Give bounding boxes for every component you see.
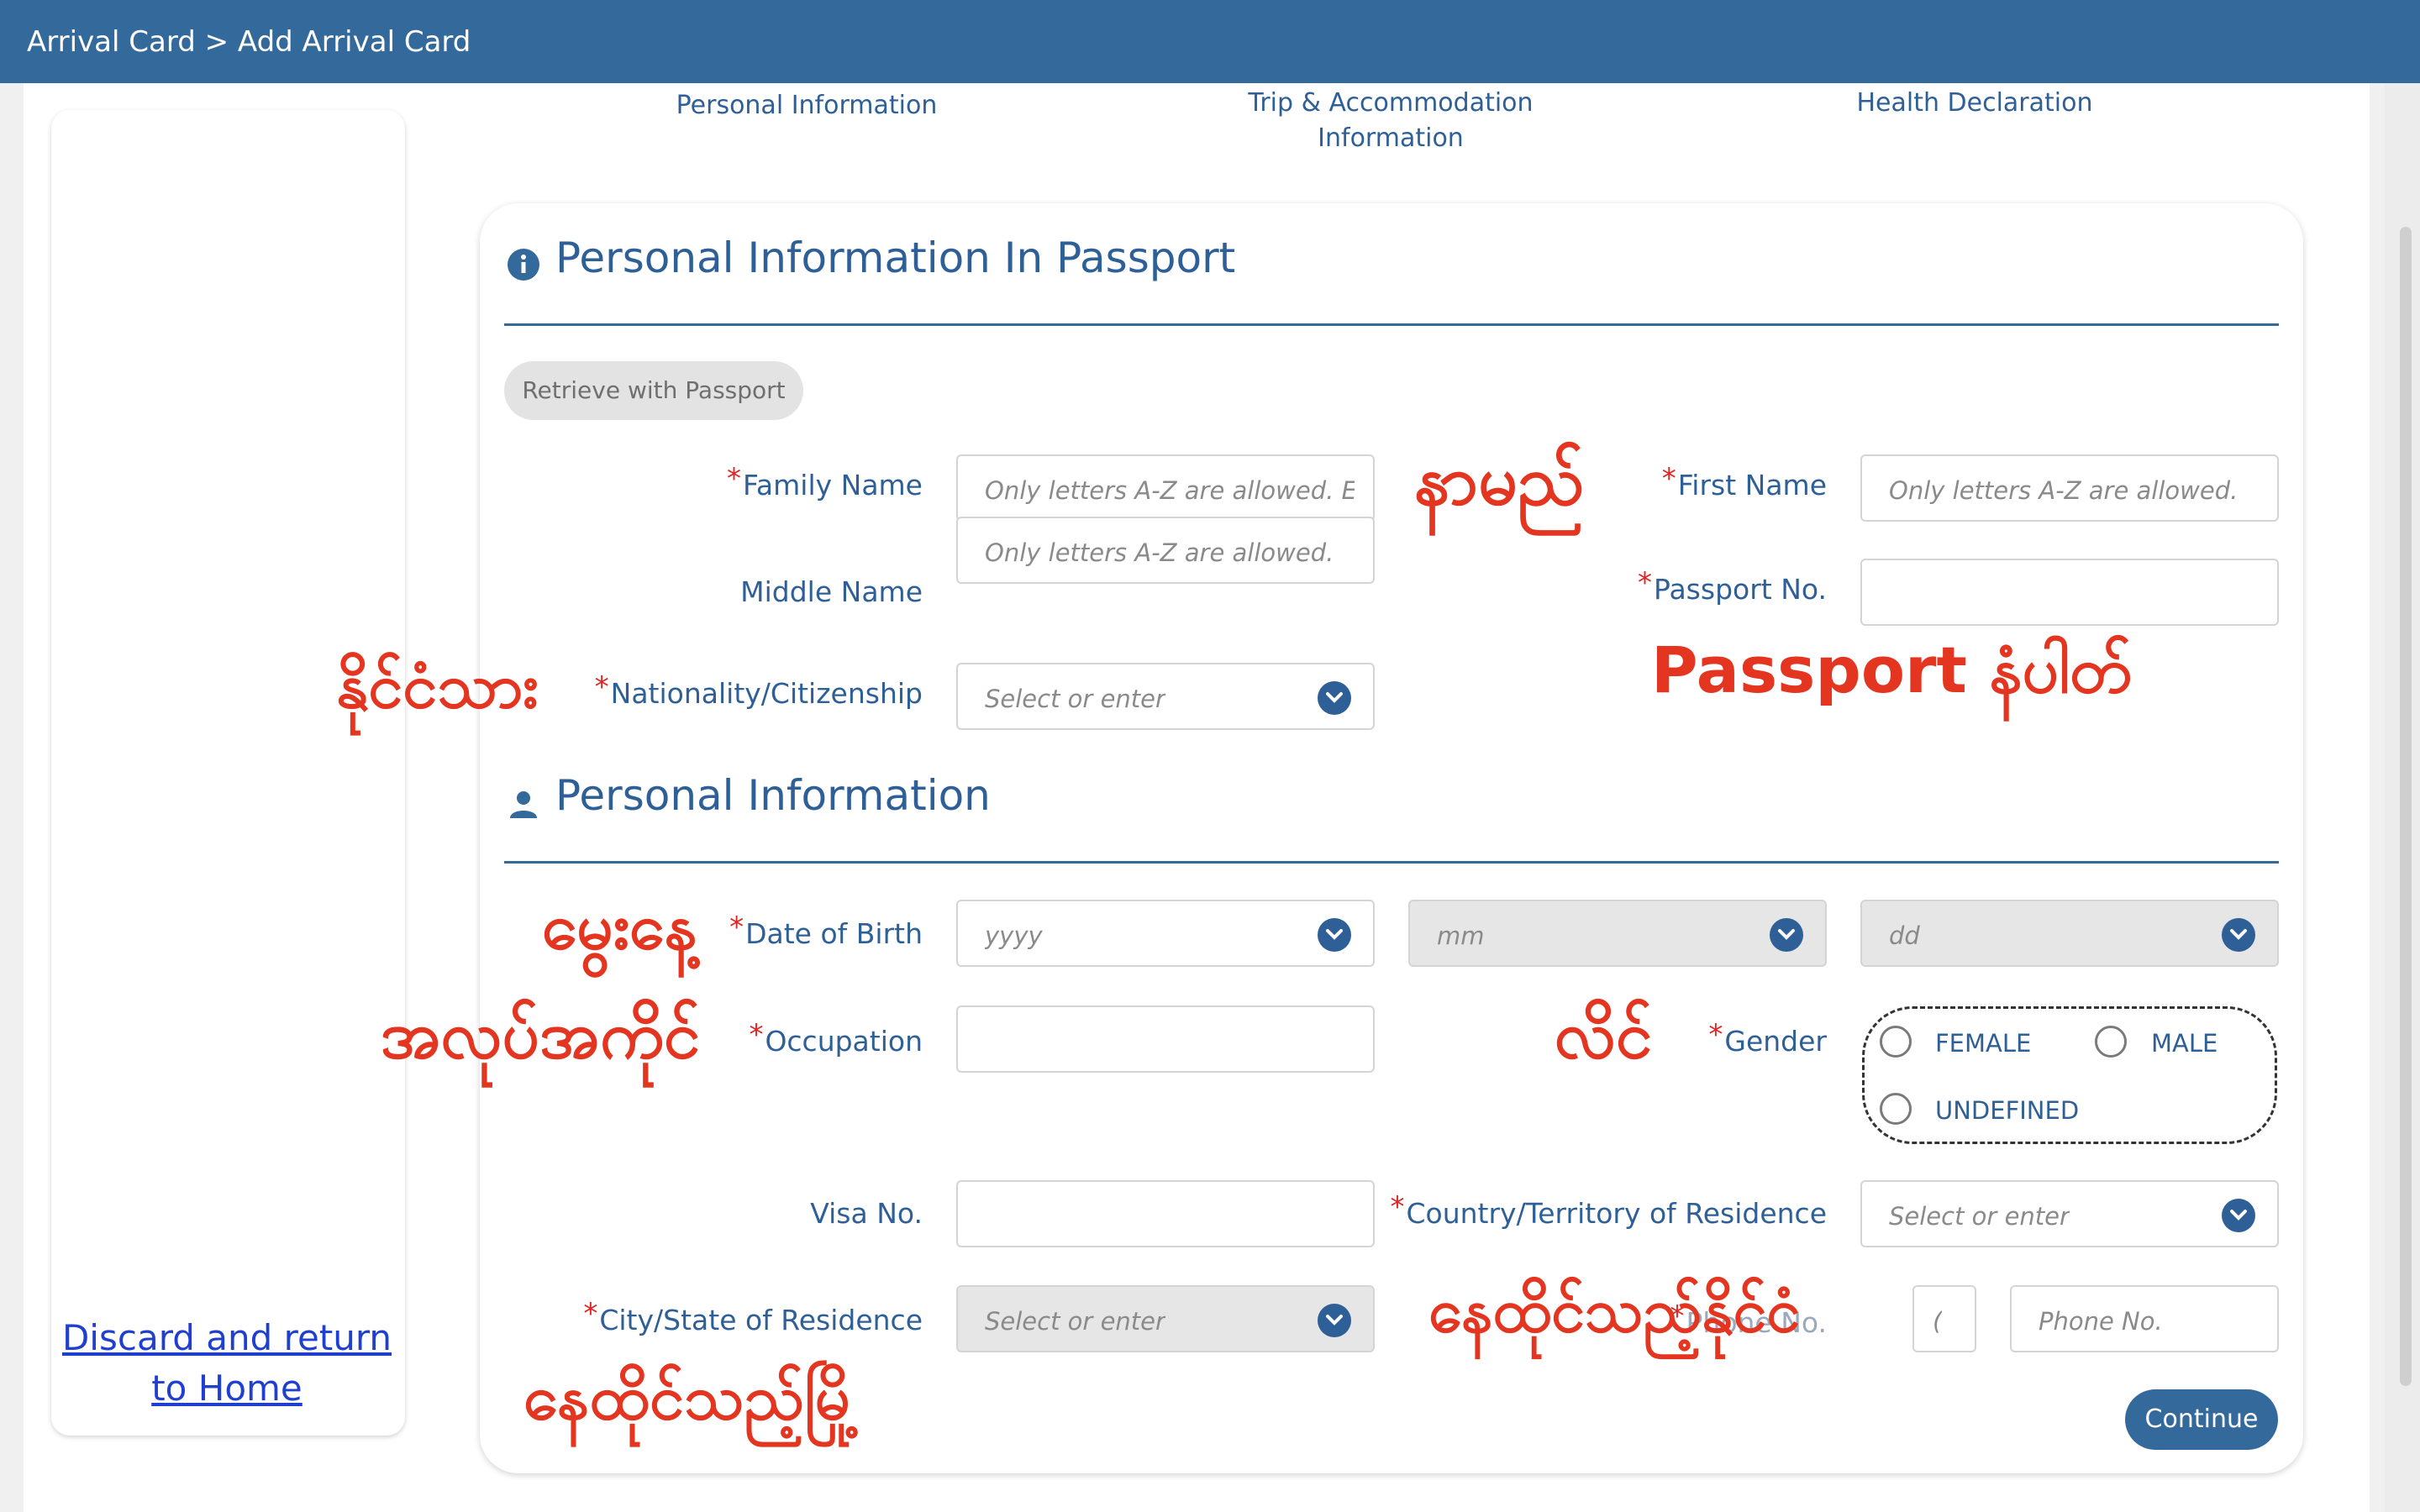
step-trip-line2: Information bbox=[1318, 123, 1464, 153]
gender-label: *Gender bbox=[1708, 1018, 1827, 1058]
annotation-gender: လိင် bbox=[1555, 998, 1653, 1074]
dob-year-select[interactable]: yyyy bbox=[956, 900, 1375, 967]
phone-number-placeholder: Phone No. bbox=[2039, 1307, 2163, 1336]
step-personal-information[interactable]: Personal Information bbox=[664, 88, 950, 123]
section-divider bbox=[504, 861, 2279, 864]
first-name-input[interactable]: Only letters A-Z are allowed. bbox=[1860, 454, 2279, 522]
annotation-residence-city: နေထိုင်သည့်မြို့ bbox=[523, 1362, 860, 1434]
chevron-down-icon[interactable] bbox=[1318, 918, 1351, 952]
visa-no-input[interactable] bbox=[956, 1180, 1375, 1247]
nationality-placeholder: Select or enter bbox=[985, 685, 1165, 713]
country-of-residence-select[interactable]: Select or enter bbox=[1860, 1180, 2279, 1247]
nationality-select[interactable]: Select or enter bbox=[956, 663, 1375, 730]
step-trip-accommodation[interactable]: Trip & Accommodation Information bbox=[1227, 86, 1555, 156]
chevron-down-icon[interactable] bbox=[1770, 918, 1803, 952]
city-of-residence-placeholder: Select or enter bbox=[985, 1307, 1165, 1336]
occupation-input[interactable] bbox=[956, 1005, 1375, 1073]
first-name-placeholder: Only letters A-Z are allowed. bbox=[1889, 476, 2238, 505]
family-name-label-text: Family Name bbox=[742, 469, 923, 501]
country-of-residence-label-text: Country/Territory of Residence bbox=[1406, 1197, 1827, 1230]
scrollbar-thumb[interactable] bbox=[2400, 227, 2412, 1386]
dob-month-placeholder: mm bbox=[1437, 921, 1485, 950]
annotation-birthday: မွေးနေ့ bbox=[542, 889, 697, 963]
gender-female-label[interactable]: FEMALE bbox=[1935, 1029, 2031, 1058]
passport-no-label-text: Passport No. bbox=[1654, 573, 1827, 606]
phone-code-placeholder: ( bbox=[1933, 1307, 1943, 1336]
chevron-down-icon[interactable] bbox=[1318, 1304, 1351, 1337]
date-of-birth-label-text: Date of Birth bbox=[745, 917, 923, 950]
chevron-down-icon[interactable] bbox=[2222, 918, 2255, 952]
dob-day-select[interactable]: dd bbox=[1860, 900, 2279, 967]
gender-female-radio[interactable] bbox=[1880, 1026, 1912, 1058]
city-of-residence-select[interactable]: Select or enter bbox=[956, 1285, 1375, 1352]
annotation-passport-number: Passport နံပါတ် bbox=[1651, 633, 2133, 707]
family-name-label: *Family Name bbox=[726, 462, 923, 501]
retrieve-with-passport-button[interactable]: Retrieve with Passport bbox=[504, 361, 803, 420]
gender-undefined-radio[interactable] bbox=[1880, 1093, 1912, 1125]
person-icon bbox=[507, 786, 540, 823]
dob-year-placeholder: yyyy bbox=[985, 921, 1043, 950]
middle-name-input[interactable]: Only letters A-Z are allowed. bbox=[956, 517, 1375, 584]
phone-code-input[interactable]: ( bbox=[1912, 1285, 1976, 1352]
annotation-nationality: နိုင်ငံသား bbox=[336, 650, 539, 722]
date-of-birth-label: *Date of Birth bbox=[729, 911, 923, 950]
breadcrumb: Arrival Card > Add Arrival Card bbox=[27, 25, 471, 59]
passport-section-title: Personal Information In Passport bbox=[555, 234, 1236, 282]
middle-name-label: Middle Name bbox=[740, 575, 923, 608]
city-of-residence-label-text: City/State of Residence bbox=[599, 1304, 923, 1336]
top-bar: Arrival Card > Add Arrival Card bbox=[0, 0, 2420, 83]
nationality-label-text: Nationality/Citizenship bbox=[610, 677, 923, 710]
city-of-residence-label: *City/State of Residence bbox=[583, 1297, 923, 1336]
first-name-label-text: First Name bbox=[1677, 469, 1827, 501]
first-name-label: *First Name bbox=[1661, 462, 1827, 501]
annotation-name: နာမည် bbox=[1414, 441, 1585, 521]
section-divider bbox=[504, 323, 2279, 326]
discard-return-home-link[interactable]: Discard and return to Home bbox=[0, 1313, 454, 1414]
continue-button[interactable]: Continue bbox=[2125, 1389, 2278, 1450]
family-name-placeholder: Only letters A-Z are allowed. Er bbox=[985, 476, 1355, 505]
passport-no-input[interactable] bbox=[1860, 559, 2279, 626]
gender-male-label[interactable]: MALE bbox=[2151, 1029, 2217, 1058]
sidebar-panel bbox=[51, 110, 405, 1436]
gender-undefined-label[interactable]: UNDEFINED bbox=[1935, 1096, 2079, 1125]
annotation-occupation: အလုပ်အကိုင် bbox=[381, 998, 701, 1074]
dob-day-placeholder: dd bbox=[1889, 921, 1920, 950]
country-of-residence-label: *Country/Territory of Residence bbox=[1390, 1190, 1827, 1230]
occupation-label: *Occupation bbox=[749, 1018, 923, 1058]
step-trip-line1: Trip & Accommodation bbox=[1248, 88, 1534, 118]
info-icon bbox=[507, 248, 540, 285]
chevron-down-icon[interactable] bbox=[1318, 681, 1351, 715]
phone-number-input[interactable]: Phone No. bbox=[2010, 1285, 2279, 1352]
personal-section-title: Personal Information bbox=[555, 771, 991, 820]
occupation-label-text: Occupation bbox=[765, 1025, 923, 1058]
nationality-label: *Nationality/Citizenship bbox=[594, 670, 923, 710]
step-health-declaration[interactable]: Health Declaration bbox=[1849, 86, 2101, 121]
gender-label-text: Gender bbox=[1724, 1025, 1827, 1058]
annotation-residence-country: နေထိုင်သည့်နိုင်ငံ bbox=[1428, 1275, 1801, 1346]
discard-link-line1[interactable]: Discard and return bbox=[0, 1313, 454, 1363]
country-of-residence-placeholder: Select or enter bbox=[1889, 1202, 2070, 1231]
visa-no-label: Visa No. bbox=[810, 1197, 923, 1230]
middle-name-placeholder: Only letters A-Z are allowed. bbox=[985, 538, 1334, 567]
gender-male-radio[interactable] bbox=[2095, 1026, 2127, 1058]
dob-month-select[interactable]: mm bbox=[1408, 900, 1827, 967]
passport-no-label: *Passport No. bbox=[1638, 566, 1827, 606]
discard-link-line2[interactable]: to Home bbox=[0, 1363, 454, 1414]
family-name-input[interactable]: Only letters A-Z are allowed. Er bbox=[956, 454, 1375, 522]
chevron-down-icon[interactable] bbox=[2222, 1199, 2255, 1232]
